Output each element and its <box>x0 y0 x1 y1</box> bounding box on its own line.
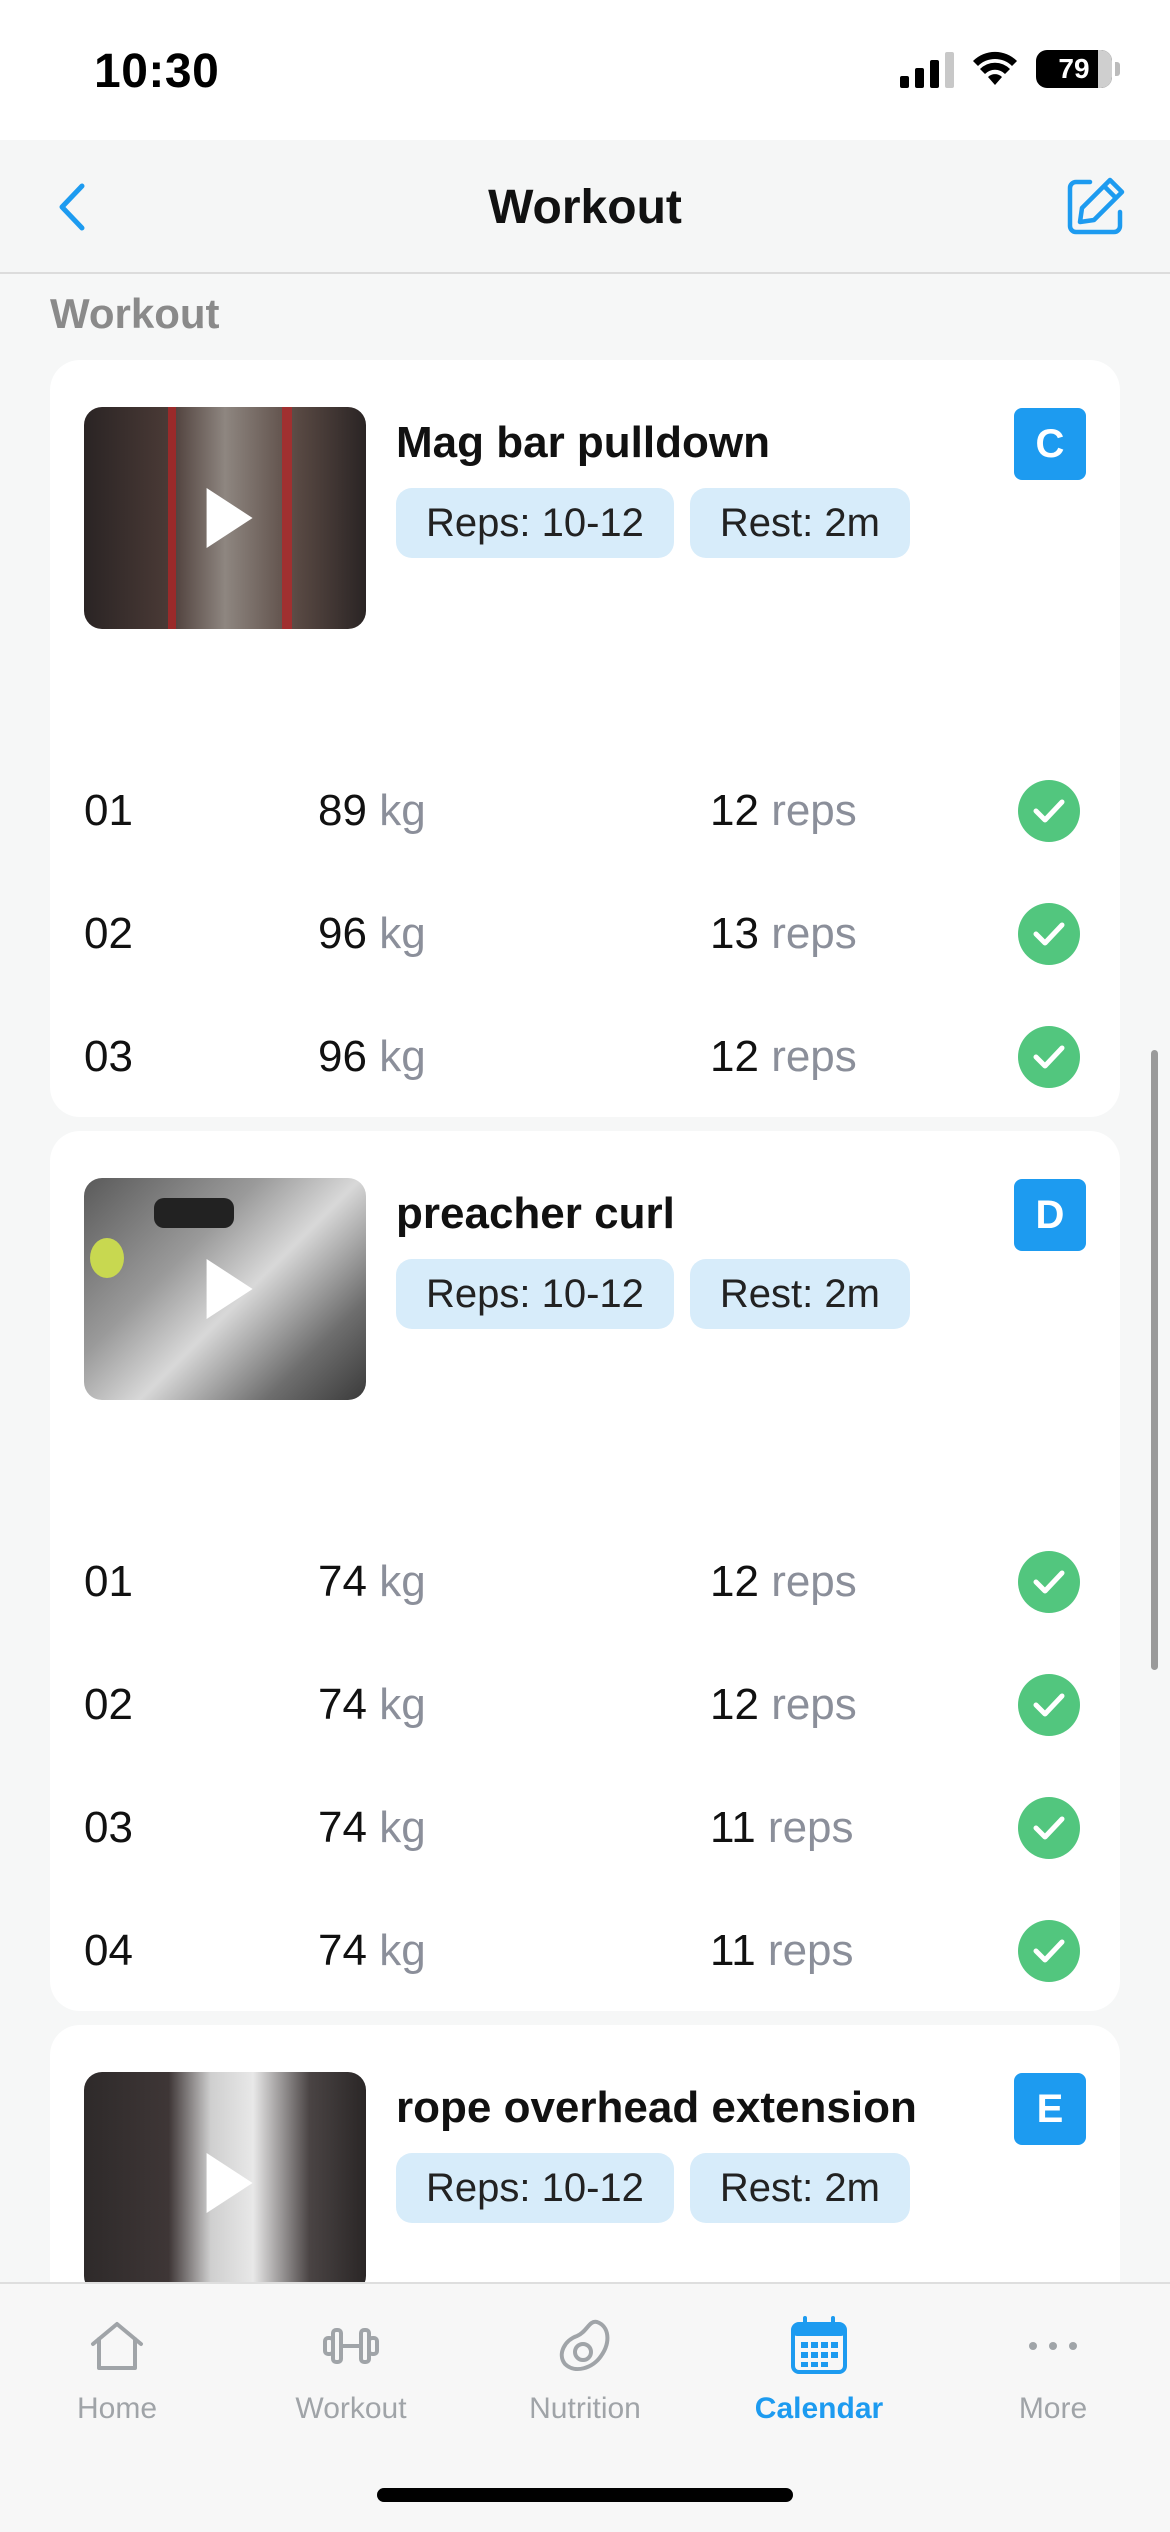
superset-letter-badge: E <box>1014 2073 1086 2145</box>
cellular-signal-icon <box>900 50 954 88</box>
nav-bar: Workout <box>0 140 1170 274</box>
home-icon <box>91 2322 143 2370</box>
set-row: 04 74 kg 11 reps <box>50 1900 1120 2000</box>
set-reps: 11 reps <box>710 1803 854 1852</box>
rest-badge: Rest: 2m <box>689 1259 910 1329</box>
tab-label: More <box>1018 2392 1088 2425</box>
avocado-icon <box>559 2319 610 2372</box>
home-indicator <box>377 2488 793 2502</box>
tab-calendar[interactable]: Calendar <box>702 2284 936 2434</box>
exercise-badges: Reps: 10-12 Rest: 2m <box>396 2153 910 2223</box>
set-row: 03 96 kg 12 reps <box>50 1006 1120 1106</box>
set-row: 01 74 kg 12 reps <box>50 1531 1120 1631</box>
dumbbell-icon <box>323 2328 379 2364</box>
status-time: 10:30 <box>94 45 220 98</box>
exercise-name: rope overhead extension <box>396 2083 917 2132</box>
exercise-video-thumbnail[interactable] <box>84 1178 366 1400</box>
set-weight: 74 kg <box>318 1680 426 1729</box>
exercise-name: preacher curl <box>396 1189 675 1238</box>
status-icons: 79 <box>900 50 1120 88</box>
set-number: 01 <box>84 786 133 835</box>
tab-label: Calendar <box>754 2392 884 2425</box>
set-reps: 12 reps <box>710 1557 857 1606</box>
tab-more[interactable]: More <box>936 2284 1170 2434</box>
set-number: 02 <box>84 1680 133 1729</box>
set-weight: 96 kg <box>318 909 426 958</box>
exercise-badges: Reps: 10-12 Rest: 2m <box>396 1259 910 1329</box>
reps-badge: Reps: 10-12 <box>396 1259 674 1329</box>
set-number: 03 <box>84 1803 133 1852</box>
set-number: 04 <box>84 1926 133 1975</box>
exercise-name: Mag bar pulldown <box>396 418 770 467</box>
set-weight: 74 kg <box>318 1803 426 1852</box>
set-reps: 12 reps <box>710 786 857 835</box>
check-icon[interactable] <box>1018 1797 1080 1859</box>
set-row: 02 74 kg 12 reps <box>50 1654 1120 1754</box>
tab-label: Workout <box>295 2392 407 2425</box>
set-number: 02 <box>84 909 133 958</box>
check-icon[interactable] <box>1018 780 1080 842</box>
exercise-card: Mag bar pulldown Reps: 10-12 Rest: 2m C … <box>50 360 1120 1117</box>
battery-icon: 79 <box>1036 50 1120 88</box>
set-weight: 96 kg <box>318 1032 426 1081</box>
set-row: 01 89 kg 12 reps <box>50 760 1120 860</box>
tab-workout[interactable]: Workout <box>234 2284 468 2434</box>
set-reps: 11 reps <box>710 1926 854 1975</box>
reps-badge: Reps: 10-12 <box>396 2153 674 2223</box>
set-weight: 89 kg <box>318 786 426 835</box>
check-icon[interactable] <box>1018 903 1080 965</box>
set-number: 03 <box>84 1032 133 1081</box>
exercise-video-thumbnail[interactable] <box>84 2072 366 2294</box>
exercise-badges: Reps: 10-12 Rest: 2m <box>396 488 910 558</box>
check-icon[interactable] <box>1018 1026 1080 1088</box>
page-title: Workout <box>488 181 682 234</box>
reps-badge: Reps: 10-12 <box>396 488 674 558</box>
edit-icon[interactable] <box>1060 172 1130 242</box>
status-bar: 10:30 79 <box>0 0 1170 140</box>
set-reps: 13 reps <box>710 909 857 958</box>
rest-badge: Rest: 2m <box>689 488 910 558</box>
set-weight: 74 kg <box>318 1557 426 1606</box>
set-reps: 12 reps <box>710 1032 857 1081</box>
wifi-icon <box>973 51 1017 85</box>
set-row: 02 96 kg 13 reps <box>50 883 1120 983</box>
tab-nutrition[interactable]: Nutrition <box>468 2284 702 2434</box>
exercise-video-thumbnail[interactable] <box>84 407 366 629</box>
check-icon[interactable] <box>1018 1551 1080 1613</box>
exercise-card: rope overhead extension Reps: 10-12 Rest… <box>50 2025 1120 2325</box>
check-icon[interactable] <box>1018 1674 1080 1736</box>
set-weight: 74 kg <box>318 1926 426 1975</box>
exercise-card: preacher curl Reps: 10-12 Rest: 2m D 01 … <box>50 1131 1120 2011</box>
set-row: 03 74 kg 11 reps <box>50 1777 1120 1877</box>
more-icon <box>1029 2342 1077 2350</box>
play-icon <box>206 1259 253 1319</box>
battery-level: 79 <box>1058 53 1090 84</box>
play-icon <box>206 2153 253 2213</box>
rest-badge: Rest: 2m <box>689 2153 910 2223</box>
superset-letter-badge: C <box>1014 408 1086 480</box>
superset-letter-badge: D <box>1014 1179 1086 1251</box>
play-icon <box>206 488 253 548</box>
set-reps: 12 reps <box>710 1680 857 1729</box>
check-icon[interactable] <box>1018 1920 1080 1982</box>
scrollbar[interactable] <box>1151 1050 1158 1670</box>
tab-label: Nutrition <box>529 2392 641 2425</box>
section-label: Workout <box>50 290 220 337</box>
calendar-icon <box>791 2316 847 2374</box>
tab-home[interactable]: Home <box>0 2284 234 2434</box>
set-number: 01 <box>84 1557 133 1606</box>
tab-label: Home <box>76 2392 158 2425</box>
